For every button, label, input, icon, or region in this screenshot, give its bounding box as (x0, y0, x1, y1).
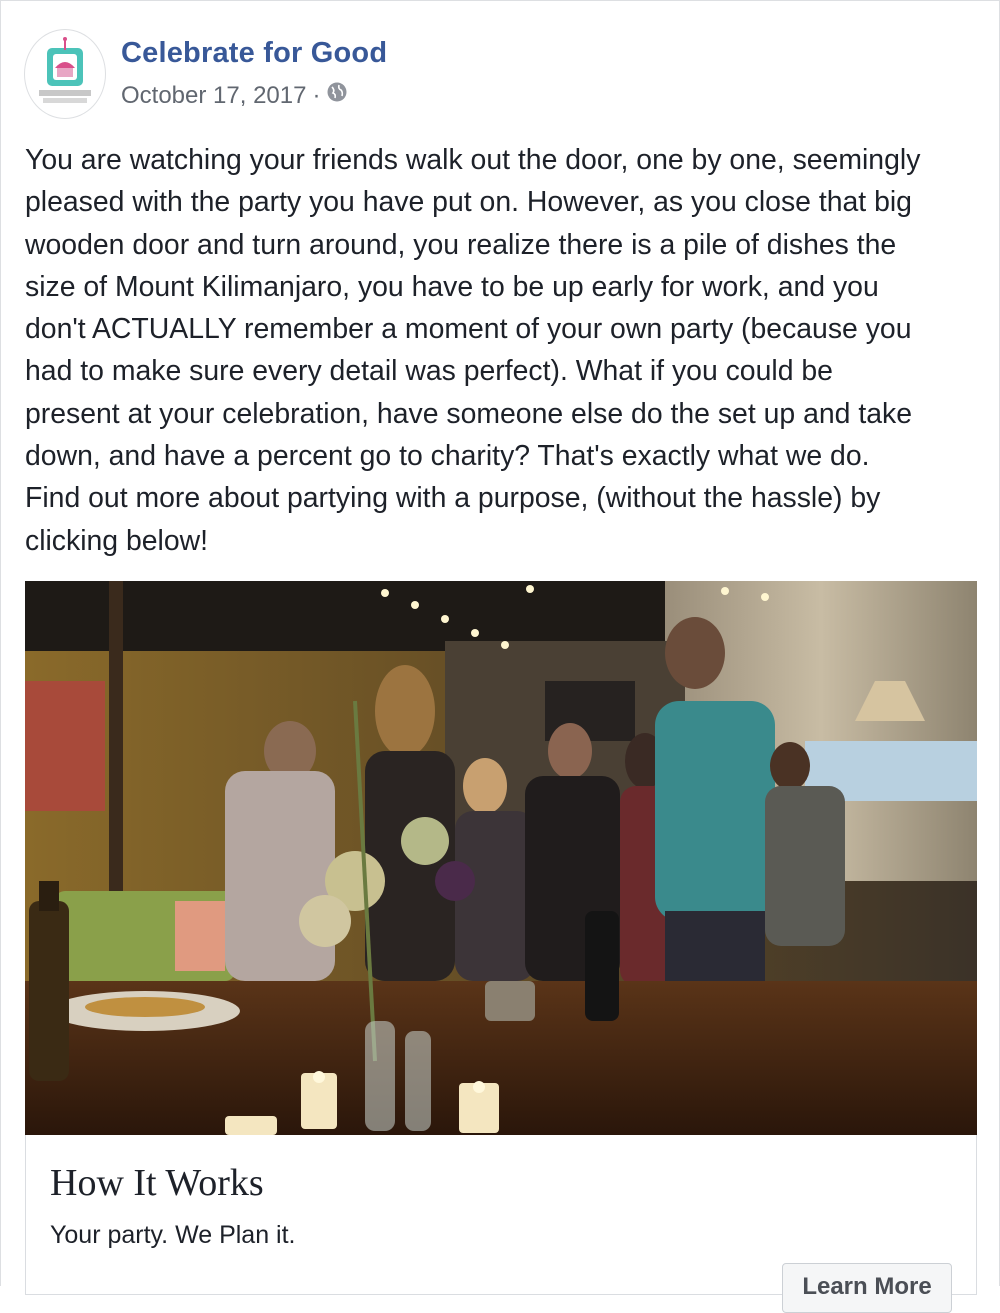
learn-more-button[interactable]: Learn More (782, 1263, 952, 1313)
post-message: You are watching your friends walk out t… (25, 144, 921, 557)
cupcake-logo-icon (39, 37, 91, 103)
meta-separator: · (312, 81, 321, 109)
link-description: Your party. We Plan it. (50, 1221, 296, 1249)
link-title[interactable]: How It Works (50, 1161, 264, 1205)
facebook-post: Celebrate for Good October 17, 2017 · Yo… (0, 0, 1000, 1313)
post-date[interactable]: October 17, 2017 (121, 82, 306, 110)
page-avatar[interactable] (24, 29, 106, 119)
page-name-link[interactable]: Celebrate for Good (121, 37, 387, 70)
link-preview-card[interactable]: How It Works Your party. We Plan it. Lea… (25, 1135, 977, 1313)
post-meta: October 17, 2017 · (121, 81, 348, 110)
link-preview-image[interactable] (25, 581, 977, 1135)
globe-icon[interactable] (326, 81, 348, 110)
